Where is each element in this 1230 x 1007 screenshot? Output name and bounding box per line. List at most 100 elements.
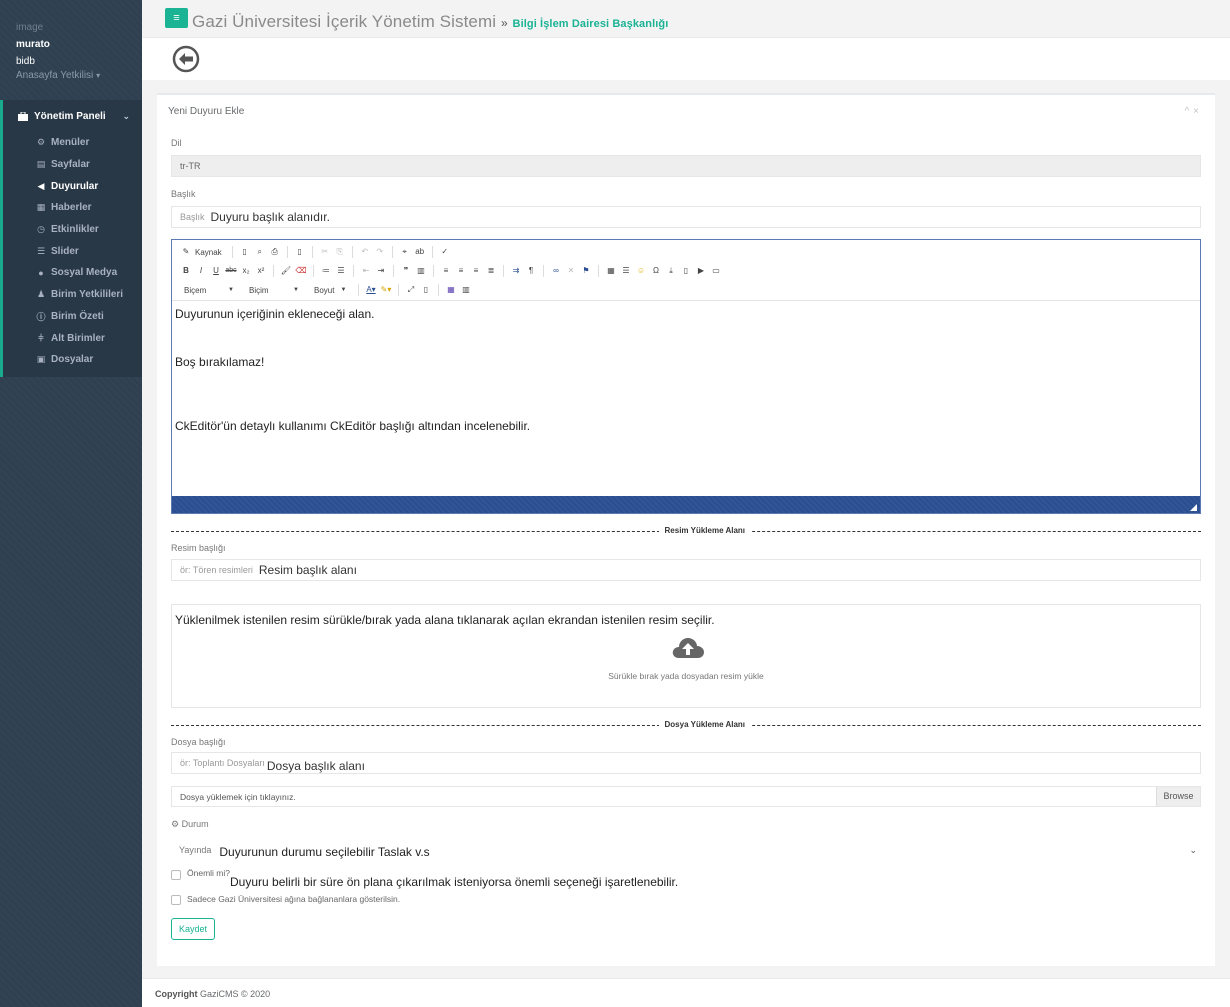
youtube-icon[interactable]: ▶ [695,265,707,277]
toolbar-separator [393,265,394,277]
subscript-icon[interactable]: x₂ [240,265,252,277]
title-label: Başlık [171,189,196,199]
bold-icon[interactable]: B [180,265,192,277]
file-title-input[interactable]: ör: Toplantı Dosyaları Dosya başlık alan… [171,752,1201,774]
bg-color-icon[interactable]: ✎▾ [380,284,392,296]
image-dropzone[interactable]: Yüklenilmek istenilen resim sürükle/bıra… [171,604,1201,708]
new-page-icon[interactable]: ▯ [239,246,251,258]
source-icon[interactable]: ✎ [180,246,192,258]
new-announcement-card: Yeni Duyuru Ekle ^× Dil tr-TR Başlık Baş… [157,93,1215,966]
special-char-icon[interactable]: Ω [650,265,662,277]
menu-toggle-button[interactable]: ≡ [165,8,188,28]
gazi-only-checkbox[interactable] [171,895,181,905]
align-justify-icon[interactable]: ≣ [485,265,497,277]
title-input[interactable]: Başlık Duyuru başlık alanıdır. [171,206,1201,228]
file-upload-input[interactable]: Dosya yüklemek için tıklayınız. Browse [171,786,1201,807]
align-left-icon[interactable]: ≡ [440,265,452,277]
language-value: tr-TR [180,161,201,171]
show-blocks-icon[interactable]: ▯ [420,284,432,296]
image-title-input[interactable]: ör: Tören resimleri Resim başlık alanı [171,559,1201,581]
collapse-icon[interactable]: ^ [1184,106,1193,117]
align-center-icon[interactable]: ≡ [455,265,467,277]
back-arrow-icon[interactable] [172,45,200,73]
format-combo[interactable]: Biçim ▼ [245,283,303,297]
redo-icon[interactable]: ↷ [374,246,386,258]
div-icon[interactable]: ▥ [415,265,427,277]
columns-icon[interactable]: ▥ [460,284,472,296]
sidebar-item-menuler[interactable]: ⚙ Menüler [3,132,142,154]
sidebar-item-birim-ozeti[interactable]: ⓘ Birim Özeti [3,306,142,328]
italic-icon[interactable]: I [195,265,207,277]
iframe-icon[interactable]: ▯ [680,265,692,277]
print-icon[interactable]: ⎙ [269,246,281,258]
preview-icon[interactable]: ⌕ [254,246,266,258]
maximize-icon[interactable]: ⤢ [405,284,417,296]
size-combo[interactable]: Boyut ▼ [310,283,348,297]
table-icon[interactable]: ▦ [605,265,617,277]
replace-icon[interactable]: ab [414,246,426,258]
globe-icon: ● [38,267,44,278]
hamburger-icon: ≡ [173,12,180,24]
status-select[interactable]: Yayında Duyurunun durumu seçilebilir Tas… [171,838,1201,862]
templates-icon[interactable]: ▯ [294,246,306,258]
profile-username[interactable]: murato [16,39,126,50]
important-checkbox[interactable] [171,870,181,880]
horizontal-line-icon[interactable]: ☰ [620,265,632,277]
find-icon[interactable]: ⌖ [399,246,411,258]
chevron-down-icon: ⌄ [1189,844,1197,855]
style-combo[interactable]: Biçem ▼ [180,283,238,297]
title-placeholder: Başlık [180,212,205,222]
status-label: ⚙ Durum [171,819,209,830]
unlink-icon[interactable]: ✕ [565,265,577,277]
anchor-flag-icon[interactable]: ⚑ [580,265,592,277]
cut-icon[interactable]: ✂ [319,246,331,258]
ltr-icon[interactable]: ⇉ [510,265,522,277]
editor-content[interactable]: Duyurunun içeriğinin ekleneceği alan. Bo… [175,306,1195,450]
action-bar [142,38,1230,80]
sidebar-item-alt-birimler[interactable]: ⫩ Alt Birimler [3,327,142,349]
align-right-icon[interactable]: ≡ [470,265,482,277]
image-icon[interactable]: ▭ [710,265,722,277]
breadcrumb-department[interactable]: Bilgi İşlem Dairesi Başkanlığı [513,18,669,30]
grid-icon[interactable]: ▦ [445,284,457,296]
nav-section-yonetim-paneli[interactable]: Yönetim Paneli ⌄ [3,100,142,132]
bulleted-list-icon[interactable]: ☰ [335,265,347,277]
superscript-icon[interactable]: x² [255,265,267,277]
close-icon[interactable]: × [1193,106,1203,117]
source-button[interactable]: Kaynak [195,248,222,257]
rich-text-editor[interactable]: ✎ Kaynak ▯ ⌕ ⎙ ▯ ✂ ⎘ ↶ ↷ ⌖ ab ✓ B I U ab… [171,239,1201,514]
toolbar-separator [433,265,434,277]
title-note: Duyuru başlık alanıdır. [210,210,330,224]
smiley-icon[interactable]: ☺ [635,265,647,277]
page-break-icon[interactable]: ⤓ [665,265,677,277]
remove-format-icon[interactable]: ⌫ [295,265,307,277]
sidebar-item-label: Birim Özeti [51,310,104,322]
sidebar-item-birim-yetkilileri[interactable]: ♟ Birim Yetkilileri [3,284,142,306]
blockquote-icon[interactable]: ❞ [400,265,412,277]
profile-role-dropdown[interactable]: Anasayfa Yetkilisi ▾ [16,70,126,81]
sidebar-item-sosyal-medya[interactable]: ● Sosyal Medya [3,262,142,284]
sidebar-item-duyurular[interactable]: ◀ Duyurular [3,175,142,197]
link-icon[interactable]: ∞ [550,265,562,277]
browse-button[interactable]: Browse [1156,787,1200,806]
underline-icon[interactable]: U [210,265,222,277]
sidebar-item-dosyalar[interactable]: ▣ Dosyalar [3,349,142,371]
numbered-list-icon[interactable]: ≔ [320,265,332,277]
resize-grip-icon[interactable] [1190,504,1197,511]
outdent-icon[interactable]: ⇤ [360,265,372,277]
toolbar-separator [503,265,504,277]
sidebar-item-etkinlikler[interactable]: ◷ Etkinlikler [3,219,142,241]
strike-icon[interactable]: abc [225,265,237,277]
copy-icon[interactable]: ⎘ [334,246,346,258]
spellcheck-icon[interactable]: ✓ [439,246,451,258]
sidebar-item-sayfalar[interactable]: ▤ Sayfalar [3,154,142,176]
indent-icon[interactable]: ⇥ [375,265,387,277]
sidebar-item-haberler[interactable]: ▦ Haberler [3,197,142,219]
sidebar-item-label: Alt Birimler [51,332,105,344]
copy-format-icon[interactable]: 🖌 [280,265,292,277]
save-button[interactable]: Kaydet [171,918,215,940]
undo-icon[interactable]: ↶ [359,246,371,258]
text-color-icon[interactable]: A▾ [365,284,377,296]
rtl-icon[interactable]: ¶ [525,265,537,277]
sidebar-item-slider[interactable]: ☰ Slider [3,240,142,262]
